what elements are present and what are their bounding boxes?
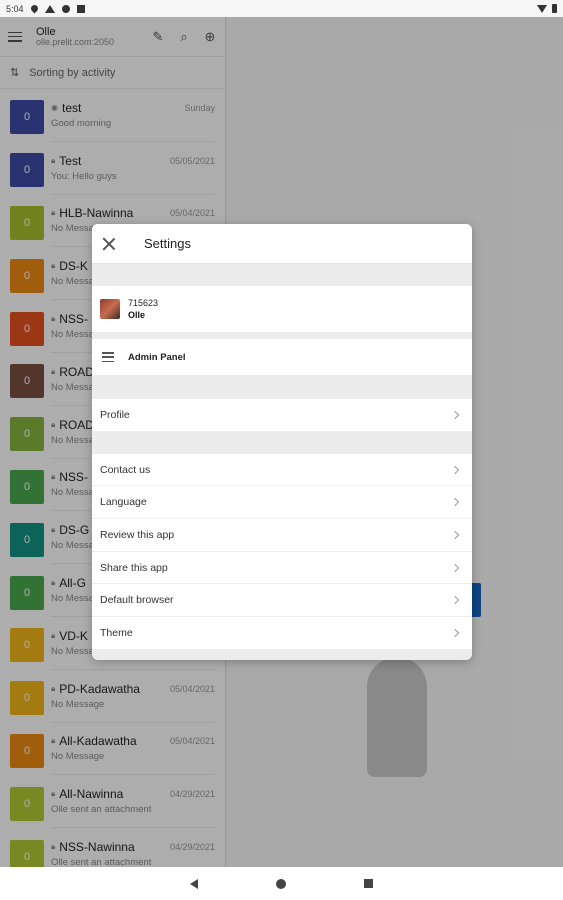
settings-item-label: Contact us (100, 463, 151, 476)
settings-item-contact-us[interactable]: Contact us (92, 453, 472, 487)
battery-icon (552, 4, 557, 13)
avatar (100, 299, 120, 319)
settings-item-label: Default browser (100, 594, 174, 607)
dialog-title: Settings (144, 236, 191, 251)
wifi-icon (537, 4, 547, 13)
dialog-header: Settings (92, 224, 472, 264)
user-name: Olle (128, 310, 146, 320)
settings-item-label: Share this app (100, 561, 168, 574)
chevron-right-icon (450, 530, 460, 540)
recent-apps-icon[interactable] (364, 879, 373, 888)
section-divider (92, 264, 472, 286)
sd-card-icon (76, 4, 85, 13)
settings-item-review-this-app[interactable]: Review this app (92, 519, 472, 552)
admin-panel-row[interactable]: Admin Panel (92, 339, 472, 375)
admin-panel-label: Admin Panel (128, 351, 186, 363)
settings-item-default-browser[interactable]: Default browser (92, 584, 472, 618)
settings-item-label: Review this app (100, 528, 175, 541)
profile-label: Profile (100, 408, 130, 421)
settings-item-theme[interactable]: Theme (92, 617, 472, 650)
navigation-bar (0, 867, 563, 900)
chevron-right-icon (450, 628, 460, 638)
location-icon (29, 3, 39, 14)
status-bar: 5:04 (0, 0, 563, 17)
section-divider (92, 375, 472, 399)
settings-item-label: Theme (100, 626, 133, 639)
chevron-right-icon (450, 465, 460, 474)
back-icon[interactable] (190, 878, 198, 889)
chevron-right-icon (450, 497, 460, 507)
sync-icon (61, 4, 70, 13)
section-divider (92, 431, 472, 454)
status-time: 5:04 (6, 3, 24, 14)
drive-icon (44, 4, 55, 13)
chevron-right-icon (450, 596, 460, 605)
profile-row[interactable]: Profile (92, 399, 472, 432)
account-row[interactable]: 715623 Olle (92, 286, 472, 332)
user-id: 715623 (128, 298, 159, 308)
settings-item-label: Language (100, 496, 147, 509)
home-icon[interactable] (276, 878, 286, 889)
chevron-right-icon (450, 410, 460, 420)
admin-panel-icon (102, 352, 114, 362)
section-divider (92, 332, 472, 339)
settings-item-share-this-app[interactable]: Share this app (92, 551, 472, 585)
close-icon[interactable] (102, 237, 116, 251)
settings-menu: Contact us Language Review this app Share t… (92, 453, 472, 650)
settings-item-language[interactable]: Language (92, 486, 472, 520)
settings-dialog: Settings 715623 Olle Admin Panel Profile… (92, 224, 472, 660)
chevron-right-icon (450, 563, 460, 572)
